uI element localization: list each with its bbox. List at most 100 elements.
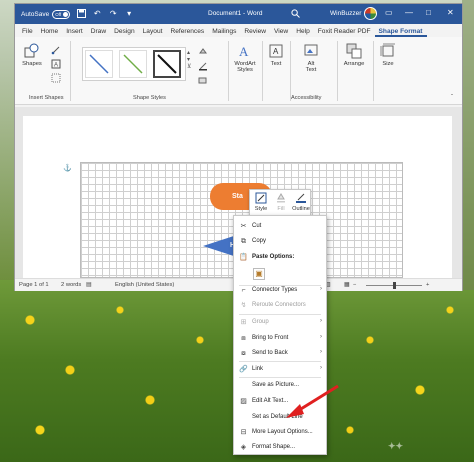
language-status[interactable]: English (United States) [115,282,174,288]
reroute-icon: ↯ [240,302,247,309]
ribbon-divider [70,41,71,101]
search-icon[interactable] [291,9,300,20]
copy-label: Copy [252,238,267,244]
autosave-toggle[interactable]: Off [52,9,71,19]
save-icon[interactable] [76,9,86,19]
document-title: Document1 - Word [208,10,263,17]
scissors-icon: ✂ [240,223,247,230]
group-icon: ⊞ [240,319,247,326]
tab-mailings[interactable]: Mailings [208,28,240,37]
edit-shape-icon[interactable] [51,45,61,55]
context-send-to-back[interactable]: ⧇ Send to Back › [234,347,326,360]
outline-label: Outline [292,206,310,212]
chevron-right-icon: › [320,334,322,340]
tab-draw[interactable]: Draw [87,28,110,37]
shapes-label: Shapes [22,61,42,67]
arrange-button[interactable]: Arrange [338,43,370,67]
tab-references[interactable]: References [166,28,208,37]
tab-shape-format[interactable]: Shape Format [374,28,427,37]
zoom-out-icon[interactable]: − [353,282,356,288]
user-name[interactable]: WinBuzzer [330,10,361,17]
print-layout-icon[interactable]: ▦ [344,282,349,288]
context-link[interactable]: 🔗 Link › [234,363,326,376]
wordart-label-2: Styles [237,67,253,73]
tab-foxit[interactable]: Foxit Reader PDF [314,28,375,37]
svg-text:A: A [54,63,58,69]
arrange-icon [346,43,362,59]
menu-divider [239,361,321,362]
ribbon-display-icon[interactable]: ▭ [385,8,393,17]
bring-to-front-label: Bring to Front [252,335,289,341]
gallery-scroll-icon[interactable]: ▴ ▾ ⊻ [187,49,191,70]
shape-fill-icon[interactable] [198,47,208,57]
context-cut[interactable]: ✂ Cut [234,220,326,233]
tab-view[interactable]: View [270,28,292,37]
context-paste-options: 📋 Paste Options: [234,251,326,264]
word-count[interactable]: 2 words [61,282,81,288]
wordart-styles-button[interactable]: A WordArt Styles [231,43,259,73]
ribbon-divider [228,41,229,101]
page-count[interactable]: Page 1 of 1 [19,282,49,288]
paste-keep-formatting-icon[interactable]: ▣ [253,268,265,280]
context-bring-to-front[interactable]: ⧈ Bring to Front › [234,332,326,345]
send-to-back-label: Send to Back [252,350,288,356]
tab-help[interactable]: Help [292,28,314,37]
proofing-icon[interactable]: ▤ [86,282,91,288]
minimize-icon[interactable]: — [405,8,413,17]
svg-text:A: A [273,47,279,56]
shape-outline-icon[interactable] [198,61,208,71]
link-label: Link [252,366,264,372]
tab-file[interactable]: File [18,28,37,37]
insert-shapes-group-label: Insert Shapes [29,95,64,101]
style-swatch-black-line[interactable] [153,50,181,78]
bring-to-front-icon: ⧈ [241,335,246,342]
fill-button[interactable]: Fill [271,192,291,212]
tab-design[interactable]: Design [110,28,139,37]
collapse-ribbon-icon[interactable]: ˆ [451,95,453,101]
context-reroute-connectors[interactable]: ↯ Reroute Connectors [234,299,326,312]
merge-shapes-icon[interactable] [51,73,61,83]
style-swatch-blue-line[interactable] [85,50,113,78]
undo-icon[interactable]: ↶ [92,9,102,19]
size-button[interactable]: Size [376,43,400,67]
chevron-right-icon: › [320,349,322,355]
text-box-icon[interactable]: A [51,59,61,69]
style-icon [251,192,271,206]
tab-layout[interactable]: Layout [139,28,167,37]
copy-icon: ⧉ [241,238,246,245]
style-swatch-green-line[interactable] [119,50,147,78]
menu-divider [239,377,321,378]
format-shape-icon: ◈ [240,444,247,451]
accessibility-group-label: Accessibility [291,95,322,101]
close-icon[interactable]: ✕ [447,8,454,17]
ribbon-divider [373,41,374,101]
style-button[interactable]: Style [251,192,271,212]
layout-options-icon: ⊟ [240,429,247,436]
svg-text:A: A [239,44,249,59]
ribbon-divider [262,41,263,101]
zoom-in-icon[interactable]: + [426,282,429,288]
text-button[interactable]: A Text [265,43,287,67]
alt-text-button[interactable]: Alt Text [299,43,323,73]
zoom-slider-thumb[interactable] [393,282,396,289]
shapes-button[interactable]: Shapes [19,43,45,67]
maximize-icon[interactable]: □ [426,8,431,17]
avatar[interactable] [364,7,377,20]
chevron-right-icon: › [320,318,322,324]
context-more-layout-options[interactable]: ⊟ More Layout Options... [234,426,326,439]
connector-icon: ⌐ [241,287,246,294]
send-to-back-icon: ⧇ [241,350,246,357]
tab-home[interactable]: Home [37,28,63,37]
redo-icon[interactable]: ↷ [108,9,118,19]
shape-effects-icon[interactable] [198,75,208,85]
paste-options-label: Paste Options: [252,254,295,260]
context-format-shape[interactable]: ◈ Format Shape... [234,441,326,454]
outline-button[interactable]: Outline [291,192,311,212]
context-copy[interactable]: ⧉ Copy [234,235,326,248]
context-connector-types[interactable]: ⌐ Connector Types › [234,284,326,297]
tab-review[interactable]: Review [240,28,270,37]
context-group[interactable]: ⊞ Group › [234,316,326,329]
customize-qat-icon[interactable]: ▾ [124,9,134,19]
tab-insert[interactable]: Insert [62,28,87,37]
shape-styles-gallery [82,47,186,81]
